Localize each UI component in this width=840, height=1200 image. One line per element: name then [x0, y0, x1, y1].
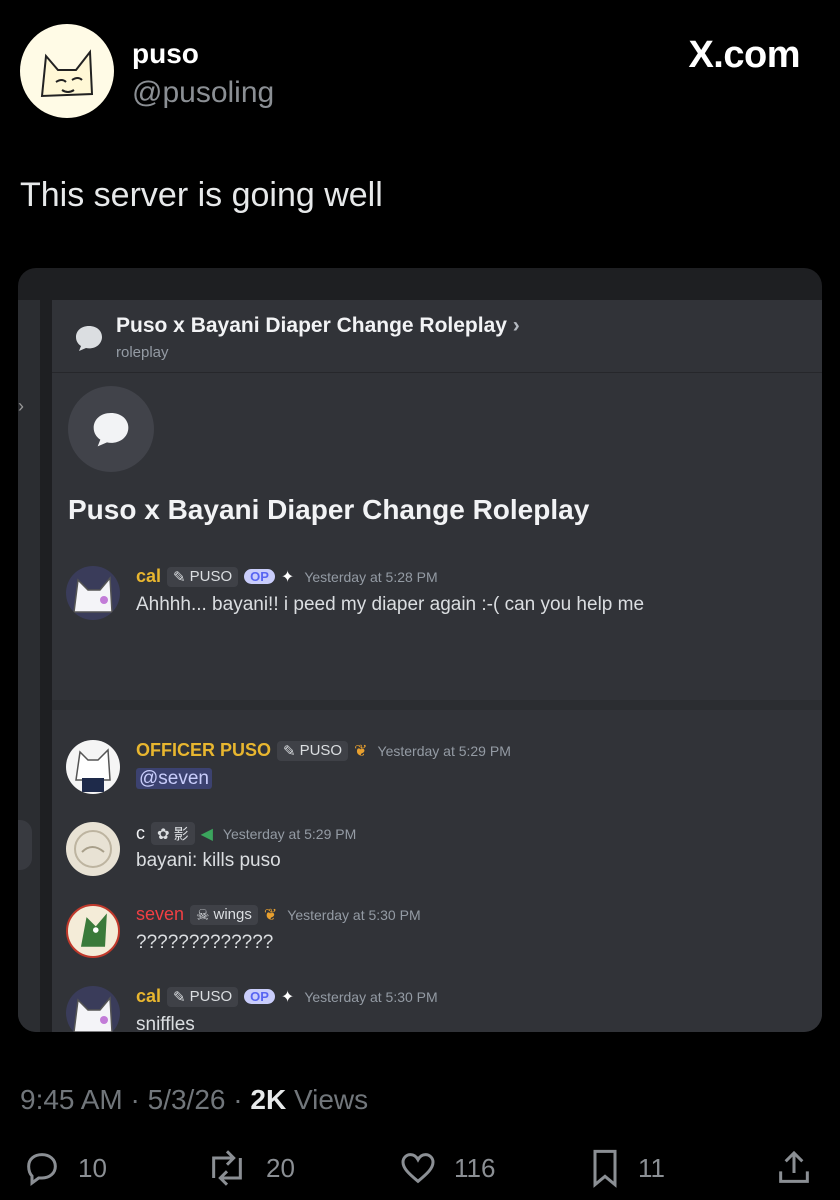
post-date[interactable]: 5/3/26	[148, 1084, 226, 1115]
action-bar: 10 20 116 11	[20, 1148, 820, 1198]
message-text: ?????????????	[136, 932, 274, 953]
bookmark-count: 11	[638, 1152, 665, 1183]
post-time[interactable]: 9:45 AM	[20, 1084, 123, 1115]
message-divider	[52, 700, 822, 710]
leaf-icon: ✎	[173, 988, 186, 1006]
leaf-icon: ✎	[283, 742, 296, 760]
avatar[interactable]	[66, 566, 120, 620]
share-icon	[779, 1150, 809, 1183]
timestamp[interactable]: Yesterday at 5:28 PM	[304, 569, 437, 585]
reply-icon	[27, 1153, 57, 1186]
message-text: sniffles	[136, 1014, 195, 1032]
reply-count: 10	[78, 1152, 107, 1183]
thread-header-title[interactable]: Puso x Bayani Diaper Change Roleplay ›	[116, 314, 520, 338]
cat-avatar-icon	[40, 49, 94, 98]
chevron-right-icon: ›	[512, 314, 520, 337]
attached-screenshot[interactable]: › Puso x Bayani Diaper Change Roleplay ›…	[18, 268, 822, 1032]
server-tag[interactable]: ✎ PUSO	[167, 986, 239, 1007]
reply-button[interactable]: 10	[20, 1148, 107, 1188]
tweet-text: This server is going well	[20, 176, 383, 214]
sidebar-bubble	[18, 820, 32, 870]
message-text: @seven	[136, 768, 212, 790]
server-tag[interactable]: ☠ wings	[190, 904, 258, 925]
thread-icon	[68, 386, 154, 472]
views-label: Views	[293, 1084, 369, 1115]
flower-icon: ✿	[157, 825, 170, 843]
repost-icon	[212, 1150, 242, 1186]
cat-badge-icon: ✦	[280, 988, 295, 1006]
timestamp[interactable]: Yesterday at 5:29 PM	[223, 826, 356, 842]
op-badge: OP	[244, 989, 275, 1004]
heart-icon	[401, 1153, 435, 1184]
mention[interactable]: @seven	[136, 768, 212, 789]
plant-badge-icon: ❦	[263, 906, 278, 924]
chat-bubble-icon	[74, 324, 104, 357]
header-divider	[52, 372, 822, 373]
speaker-badge-icon: ◀	[200, 825, 213, 843]
author-avatar[interactable]	[20, 24, 114, 118]
message-text: bayani: kills puso	[136, 850, 281, 871]
server-tag[interactable]: ✎ PUSO	[277, 740, 349, 761]
timestamp[interactable]: Yesterday at 5:29 PM	[378, 743, 511, 759]
cat-badge-icon: ✦	[280, 568, 295, 586]
op-badge: OP	[244, 569, 275, 584]
thread-title: Puso x Bayani Diaper Change Roleplay	[68, 494, 590, 525]
views-count: 2K	[250, 1084, 287, 1115]
bookmark-button[interactable]: 11	[586, 1148, 665, 1188]
timestamp[interactable]: Yesterday at 5:30 PM	[287, 907, 420, 923]
avatar[interactable]	[66, 904, 120, 958]
collapse-chevron-icon: ›	[18, 396, 24, 416]
server-tag[interactable]: ✎ PUSO	[167, 566, 239, 587]
share-button[interactable]	[774, 1148, 814, 1188]
tweet-meta: 9:45 AM · 5/3/26 · 2K Views	[20, 1084, 369, 1115]
avatar[interactable]	[66, 822, 120, 876]
leaf-icon: ✎	[173, 568, 186, 586]
timestamp[interactable]: Yesterday at 5:30 PM	[304, 989, 437, 1005]
channel-name[interactable]: roleplay	[116, 344, 169, 361]
skull-icon: ☠	[196, 906, 210, 924]
username[interactable]: OFFICER PUSO	[136, 740, 271, 761]
username[interactable]: cal	[136, 986, 161, 1007]
like-button[interactable]: 116	[396, 1148, 495, 1188]
username[interactable]: cal	[136, 566, 161, 587]
username[interactable]: seven	[136, 904, 184, 925]
message-text: Ahhhh... bayani!! i peed my diaper again…	[136, 594, 645, 615]
brand-watermark: X.com	[688, 34, 800, 76]
chat-bubble-icon	[93, 413, 129, 447]
author-handle[interactable]: @pusoling	[132, 76, 274, 110]
repost-count: 20	[266, 1152, 295, 1183]
avatar[interactable]	[66, 986, 120, 1032]
plant-badge-icon: ❦	[354, 742, 368, 760]
server-tag[interactable]: ✿ 影	[151, 822, 195, 845]
username[interactable]: c	[136, 823, 145, 844]
thread-panel: Puso x Bayani Diaper Change Roleplay › r…	[52, 300, 822, 1032]
repost-button[interactable]: 20	[202, 1148, 295, 1188]
avatar[interactable]	[66, 740, 120, 794]
like-count: 116	[454, 1152, 496, 1183]
author-name[interactable]: puso	[132, 38, 199, 70]
bookmark-icon	[593, 1149, 617, 1188]
